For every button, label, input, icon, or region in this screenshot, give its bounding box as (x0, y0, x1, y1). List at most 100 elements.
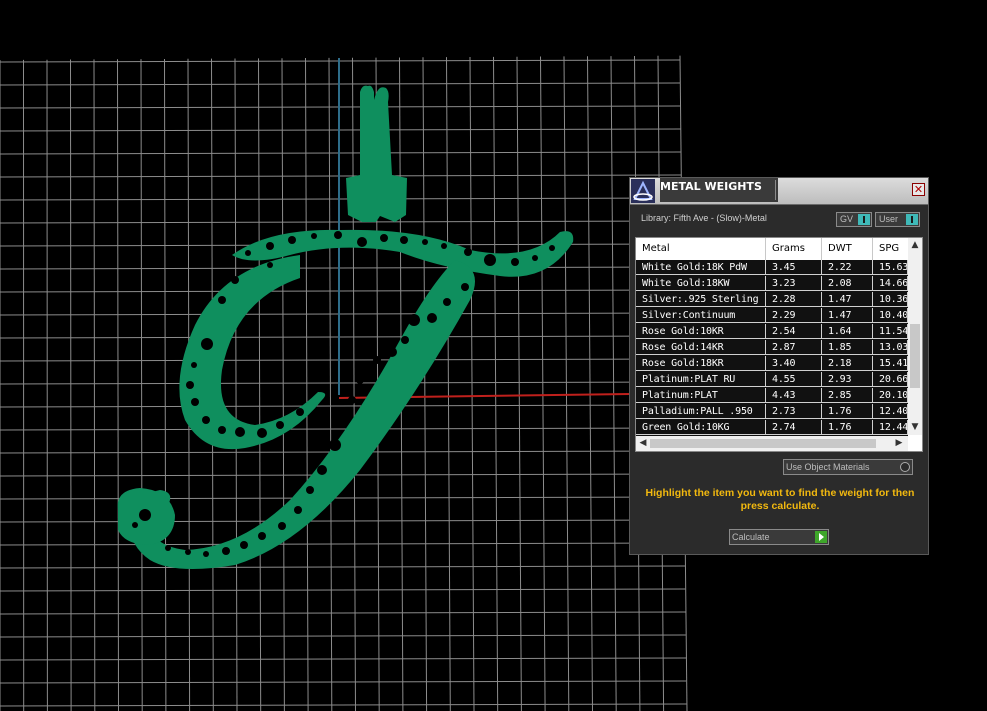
vertical-scroll-thumb[interactable] (910, 324, 920, 388)
pendant-hole (203, 551, 209, 557)
pendant-hole (373, 356, 381, 364)
table-cell: Silver:Continuum (636, 308, 766, 323)
user-toggle-switch-icon (906, 214, 918, 225)
gv-toggle-switch-icon (858, 214, 870, 225)
pendant-hole (165, 545, 171, 551)
table-row[interactable]: Rose Gold:10KR 2.54 1.64 11.54 (636, 324, 908, 340)
scroll-right-icon[interactable]: ▶ (892, 438, 906, 448)
pendant-hole (278, 522, 286, 530)
table-cell: 2.73 (766, 404, 822, 419)
pendant-hole (511, 258, 519, 266)
scroll-up-icon[interactable]: ▲ (908, 240, 922, 250)
pendant-hole (356, 376, 364, 384)
calculate-button[interactable]: Calculate (729, 529, 829, 545)
gv-toggle[interactable]: GV (836, 212, 872, 227)
vertical-scrollbar[interactable]: ▲ ▼ (908, 238, 922, 435)
column-header-dwt[interactable]: DWT (822, 238, 873, 260)
table-cell: Palladium:PALL .950 (636, 404, 766, 419)
column-header-grams[interactable]: Grams (766, 238, 822, 260)
table-cell: Rose Gold:10KR (636, 324, 766, 339)
pendant-hole (443, 298, 451, 306)
table-row[interactable]: Platinum:PLAT RU 4.55 2.93 20.66 (636, 372, 908, 388)
grid-line-vertical (70, 59, 72, 711)
grid-line-horizontal (0, 703, 687, 707)
pendant-hole (401, 336, 409, 344)
table-cell: 2.18 (822, 356, 873, 371)
table-cell: Rose Gold:14KR (636, 340, 766, 355)
table-row[interactable]: Palladium:PALL .950 2.73 1.76 12.40 (636, 404, 908, 420)
column-header-spg[interactable]: SPG (873, 238, 908, 260)
play-arrow-icon[interactable] (815, 531, 827, 543)
table-row[interactable]: Platinum:PLAT 4.43 2.85 20.10 (636, 388, 908, 404)
use-object-materials-toggle[interactable]: Use Object Materials (783, 459, 913, 475)
grid-line-horizontal (0, 151, 681, 155)
table-cell: Green Gold:10KG (636, 420, 766, 435)
pendant-hole (329, 439, 341, 451)
scroll-down-icon[interactable]: ▼ (908, 422, 922, 432)
table-row[interactable]: White Gold:18KW 3.23 2.08 14.66 (636, 276, 908, 292)
horizontal-scrollbar[interactable]: ◀ ▶ (636, 436, 908, 451)
close-icon[interactable]: ✕ (912, 183, 925, 196)
pendant-hole (240, 541, 248, 549)
construction-grid (0, 55, 688, 711)
pendant-hole (387, 347, 397, 357)
grid-line-horizontal (0, 335, 683, 339)
table-cell: Platinum:PLAT (636, 388, 766, 403)
column-header-metal[interactable]: Metal (636, 238, 766, 260)
pendant-hole (139, 509, 151, 521)
radio-icon[interactable] (900, 462, 910, 472)
pendant-hole (348, 396, 356, 404)
pendant-hole (461, 283, 469, 291)
metal-weights-table[interactable]: Metal Grams DWT SPG White Gold:18K PdW 3.… (635, 237, 923, 452)
scroll-left-icon[interactable]: ◀ (636, 438, 650, 448)
gv-toggle-label: GV (840, 214, 854, 224)
pendant-hole (267, 262, 273, 268)
grid-line-horizontal (0, 105, 681, 109)
table-cell: 20.66 (873, 372, 908, 387)
table-row[interactable]: Silver:.925 Sterling 2.28 1.47 10.36 (636, 292, 908, 308)
grid-line-horizontal (0, 220, 682, 224)
panel-title-label: METAL WEIGHTS (660, 180, 762, 193)
table-cell: 2.08 (822, 276, 873, 291)
instruction-text: Highlight the item you want to find the … (645, 487, 915, 512)
pendant-hole (218, 296, 226, 304)
pendant-hole (549, 245, 555, 251)
grid-line-vertical (610, 56, 617, 711)
user-toggle[interactable]: User (875, 212, 920, 227)
table-row[interactable]: Green Gold:10KG 2.74 1.76 12.44 (636, 420, 908, 436)
pendant-hole (276, 421, 284, 429)
grid-line-horizontal (0, 680, 687, 684)
letter-j-pendant[interactable] (117, 85, 574, 569)
grid-line-horizontal (0, 289, 683, 293)
table-cell: 1.76 (822, 404, 873, 419)
use-object-materials-label: Use Object Materials (786, 462, 870, 472)
pendant-hole (201, 338, 213, 350)
table-cell: 1.47 (822, 292, 873, 307)
pendant-hole (132, 522, 138, 528)
pendant-main-body (179, 255, 326, 450)
table-row[interactable]: Rose Gold:18KR 3.40 2.18 15.41 (636, 356, 908, 372)
grid-line-horizontal (0, 358, 683, 362)
grid-line-horizontal (0, 542, 685, 546)
table-cell: 12.44 (873, 420, 908, 435)
table-row[interactable]: White Gold:18K PdW 3.45 2.22 15.63 (636, 260, 908, 276)
metal-weights-panel: METAL WEIGHTS ✕ Library: Fifth Ave - (Sl… (629, 177, 929, 555)
grid-line-horizontal (0, 588, 686, 592)
pendant-hole (427, 313, 437, 323)
panel-title: METAL WEIGHTS (660, 178, 778, 202)
pendant-hole (185, 549, 191, 555)
pendant-hole (441, 243, 447, 249)
table-row[interactable]: Silver:Continuum 2.29 1.47 10.40 (636, 308, 908, 324)
panel-titlebar[interactable]: METAL WEIGHTS ✕ (630, 178, 928, 205)
horizontal-scroll-thumb[interactable] (650, 439, 876, 448)
table-row[interactable]: Rose Gold:14KR 2.87 1.85 13.03 (636, 340, 908, 356)
grid-line-horizontal (0, 197, 682, 201)
pendant-hole (186, 381, 194, 389)
table-cell: 2.87 (766, 340, 822, 355)
table-cell: 2.29 (766, 308, 822, 323)
table-body: White Gold:18K PdW 3.45 2.22 15.63 White Gol… (636, 260, 908, 436)
pendant-bail (346, 85, 407, 222)
library-label: Library: Fifth Ave - (Slow)-Metal (641, 213, 767, 223)
table-cell: 1.64 (822, 324, 873, 339)
user-toggle-label: User (879, 214, 899, 224)
